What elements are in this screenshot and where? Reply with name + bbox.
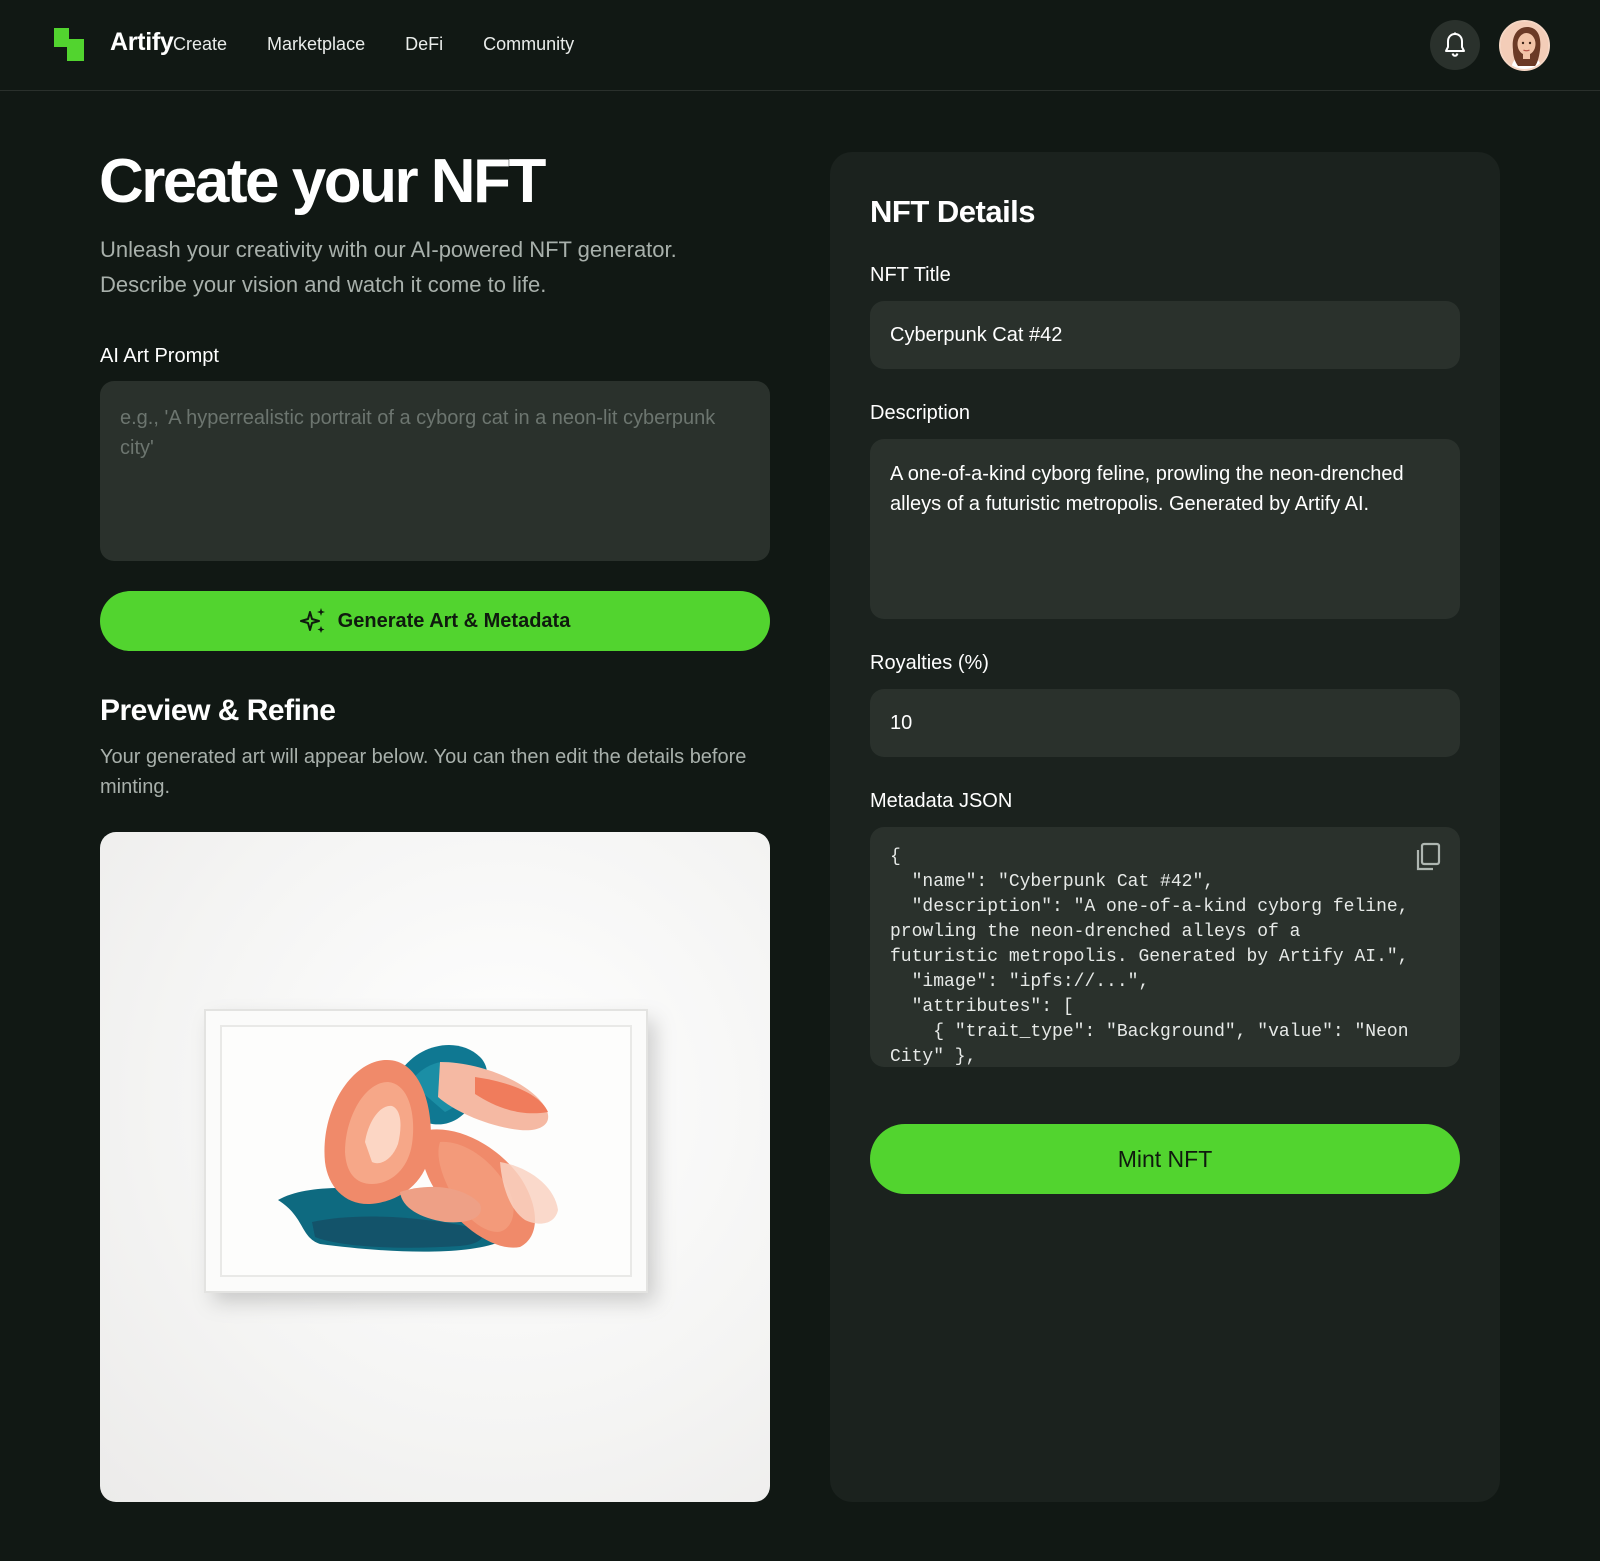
royalties-label: Royalties (%) — [870, 652, 989, 674]
page-title: Create your NFT — [99, 147, 546, 216]
metadata-label: Metadata JSON — [870, 790, 1013, 812]
metadata-json-text: { "name": "Cyberpunk Cat #42", "descript… — [890, 847, 1409, 1067]
royalties-value: 10 — [890, 711, 913, 734]
logo-mark-icon[interactable] — [54, 28, 86, 62]
nav-item-community[interactable]: Community — [483, 34, 574, 55]
nft-title-value: Cyberpunk Cat #42 — [890, 323, 1063, 346]
prompt-input[interactable] — [100, 381, 770, 561]
nft-details-title: NFT Details — [870, 194, 1036, 229]
description-label: Description — [870, 402, 971, 424]
metadata-json-box[interactable]: { "name": "Cyberpunk Cat #42", "descript… — [870, 827, 1460, 1067]
nft-title-input[interactable]: Cyberpunk Cat #42 — [870, 301, 1460, 369]
royalties-input[interactable]: 10 — [870, 689, 1460, 757]
top-navbar: Artify Create Marketplace DeFi Community — [0, 0, 1600, 91]
nav-item-marketplace[interactable]: Marketplace — [267, 34, 365, 55]
main-nav: Create Marketplace DeFi Community — [173, 34, 614, 55]
notifications-button[interactable] — [1430, 20, 1480, 70]
bell-icon — [1445, 32, 1465, 57]
brand-name[interactable]: Artify — [110, 28, 174, 57]
sparkles-icon — [299, 608, 325, 633]
generate-button[interactable]: Generate Art & Metadata — [100, 591, 770, 651]
art-preview-image — [100, 832, 770, 1502]
framed-art-illustration — [204, 1009, 648, 1293]
nav-item-defi[interactable]: DeFi — [405, 34, 443, 55]
page-subtitle: Unleash your creativity with our AI-powe… — [100, 237, 677, 297]
preview-title: Preview & Refine — [100, 694, 336, 727]
description-value: A one-of-a-kind cyborg feline, prowling … — [890, 463, 1404, 515]
preview-description: Your generated art will appear below. Yo… — [100, 746, 747, 798]
prompt-label: AI Art Prompt — [100, 345, 219, 367]
description-input[interactable]: A one-of-a-kind cyborg feline, prowling … — [870, 439, 1460, 619]
user-avatar[interactable] — [1499, 20, 1550, 71]
nav-item-create[interactable]: Create — [173, 34, 227, 55]
mint-nft-button[interactable]: Mint NFT — [870, 1124, 1460, 1194]
generate-button-label: Generate Art & Metadata — [337, 609, 571, 632]
avatar-illustration — [1501, 22, 1548, 69]
nft-title-label: NFT Title — [870, 264, 951, 286]
copy-icon[interactable] — [1414, 842, 1442, 872]
